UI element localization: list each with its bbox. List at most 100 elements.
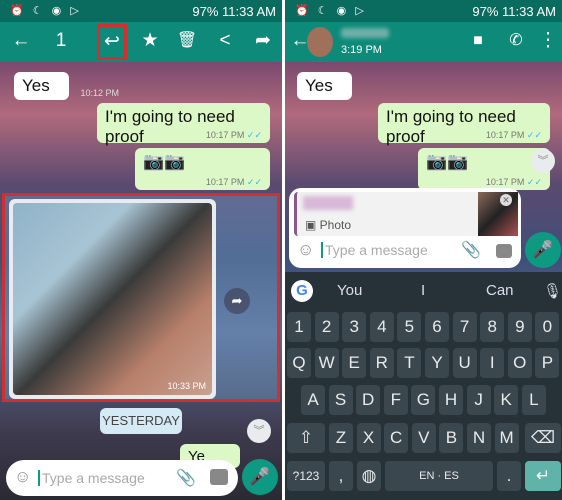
message-bubble[interactable]: I'm going to need proof 10:17 PM ✓✓ (97, 103, 270, 146)
shift-key[interactable]: ⇧ (287, 423, 325, 453)
phone-icon[interactable]: ✆ (503, 30, 529, 52)
key[interactable]: 3 (342, 312, 367, 342)
last-seen: 3:19 PM (341, 44, 382, 56)
key[interactable]: E (342, 348, 367, 378)
reply-sender-blurred (303, 196, 353, 210)
key[interactable]: 9 (507, 312, 532, 342)
backspace-key[interactable]: ⌫ (525, 423, 561, 453)
message-input[interactable]: ☺ Type a message 📎 (6, 460, 238, 496)
key[interactable]: I (480, 348, 505, 378)
star-icon[interactable]: ★ (137, 30, 163, 52)
key[interactable]: T (397, 348, 422, 378)
mic-icon: 🎤 (249, 467, 271, 486)
key[interactable]: L (521, 385, 546, 415)
more-options-icon[interactable]: ⋮ (535, 30, 561, 52)
space-key[interactable]: EN · ES (385, 461, 493, 491)
mic-button[interactable]: 🎤 (242, 459, 278, 495)
suggestion[interactable]: I (421, 282, 425, 299)
key[interactable]: Y (425, 348, 449, 378)
reply-preview[interactable]: ▣ Photo ✕ (294, 192, 518, 236)
cat-photo: 10:33 PM (13, 203, 212, 395)
message-time: 10:12 PM (80, 88, 119, 98)
selection-toolbar: ← 1 ↩ ★ 🗑 < ➦ (0, 22, 282, 62)
message-bubble[interactable]: 📷📷 10:17 PM ✓✓ (418, 148, 550, 190)
key[interactable]: J (466, 385, 491, 415)
close-reply-icon[interactable]: ✕ (500, 194, 512, 206)
voice-input-icon[interactable]: 🎙 (543, 282, 562, 300)
key[interactable]: U (452, 348, 477, 378)
message-text: 📷📷 (143, 152, 186, 171)
selected-count: 1 (55, 30, 67, 51)
key[interactable]: X (356, 423, 381, 453)
suggestion[interactable]: You (337, 282, 362, 299)
selected-message-highlight[interactable]: 10:33 PM ➦ (2, 193, 280, 402)
attach-icon[interactable]: 📎 (176, 468, 196, 488)
mic-icon: 🎤 (532, 240, 554, 259)
forward-media-icon[interactable]: ➦ (224, 288, 250, 314)
key[interactable]: D (356, 385, 381, 415)
key[interactable]: V (411, 423, 436, 453)
key[interactable]: P (535, 348, 560, 378)
message-time: 10:17 PM ✓✓ (205, 130, 262, 140)
emoji-icon[interactable]: ☺ (297, 240, 314, 260)
camera-icon[interactable] (496, 244, 512, 258)
suggestion[interactable]: Can (486, 282, 514, 299)
share-icon[interactable]: < (212, 30, 238, 52)
forward-icon[interactable]: ➦ (250, 30, 276, 52)
key[interactable]: C (384, 423, 409, 453)
key[interactable]: A (301, 385, 325, 415)
photo-message[interactable]: 10:33 PM (9, 199, 216, 399)
key[interactable]: 7 (452, 312, 477, 342)
key[interactable]: R (369, 348, 394, 378)
key[interactable]: 5 (397, 312, 422, 342)
message-bubble[interactable]: Yes 10:12 PM (14, 72, 119, 100)
reply-icon[interactable]: ↩ (97, 24, 127, 60)
key[interactable]: Q (287, 348, 311, 378)
camera-icon[interactable] (210, 469, 228, 485)
key[interactable]: 0 (535, 312, 560, 342)
key[interactable]: S (328, 385, 353, 415)
message-time: 10:33 PM (167, 381, 206, 391)
key[interactable]: W (314, 348, 339, 378)
scroll-down-icon[interactable]: ︾ (531, 149, 555, 173)
key[interactable]: H (439, 385, 463, 415)
message-placeholder[interactable]: Type a message (321, 242, 428, 258)
emoji-icon[interactable]: ☺ (14, 467, 31, 487)
key[interactable]: B (439, 423, 464, 453)
attach-icon[interactable]: 📎 (461, 240, 481, 260)
key[interactable]: G (411, 385, 436, 415)
key[interactable]: , (329, 461, 353, 491)
message-bubble[interactable]: 📷📷 10:17 PM ✓✓ (135, 148, 270, 190)
delete-icon[interactable]: 🗑 (174, 30, 200, 52)
battery-level: 97% (472, 4, 499, 19)
key[interactable]: 8 (480, 312, 505, 342)
key[interactable]: 1 (287, 312, 311, 342)
key[interactable]: . (497, 461, 521, 491)
key[interactable]: Z (329, 423, 353, 453)
key[interactable]: N (467, 423, 491, 453)
key[interactable]: K (494, 385, 519, 415)
key[interactable]: 4 (369, 312, 394, 342)
key[interactable]: O (507, 348, 532, 378)
mic-button[interactable]: 🎤 (525, 232, 561, 268)
google-icon[interactable]: G (291, 280, 313, 302)
key[interactable]: 2 (314, 312, 339, 342)
avatar[interactable] (307, 27, 333, 57)
message-bubble[interactable]: I'm going to need proof 10:17 PM ✓✓ (378, 103, 550, 146)
message-text: 📷📷 (426, 152, 469, 171)
reply-composer: ▣ Photo ✕ ☺ Type a message 📎 (289, 188, 521, 268)
message-bubble[interactable]: Yes (297, 72, 352, 100)
contact-name-blurred[interactable] (341, 28, 389, 38)
video-call-icon[interactable]: ■ (465, 30, 491, 52)
reply-photo-label: ▣ Photo (305, 218, 352, 232)
globe-icon[interactable]: ◍ (357, 461, 381, 491)
enter-key[interactable]: ↵ (525, 461, 561, 491)
key[interactable]: F (383, 385, 408, 415)
key[interactable]: 6 (425, 312, 449, 342)
key[interactable]: M (494, 423, 519, 453)
symbols-key[interactable]: ?123 (287, 461, 325, 491)
back-arrow-icon[interactable]: ← (8, 30, 34, 52)
scroll-down-icon[interactable]: ︾ (247, 419, 271, 443)
message-time: 10:17 PM ✓✓ (485, 177, 542, 187)
clock: 11:33 AM (502, 4, 556, 19)
